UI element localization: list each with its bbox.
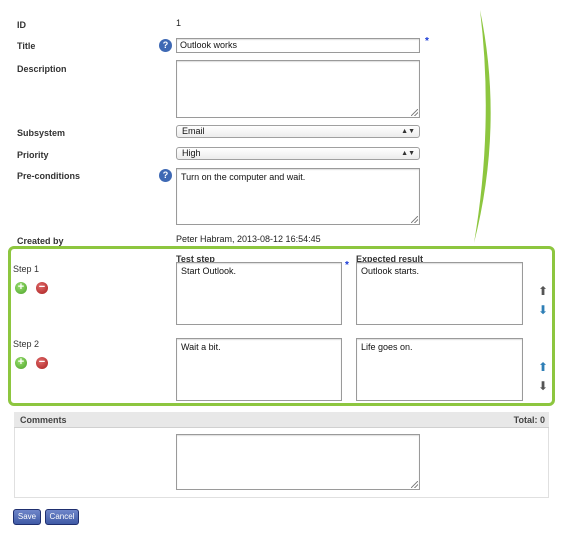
title-help-icon[interactable]: ?	[159, 39, 172, 52]
preconditions-text: Turn on the computer and wait.	[181, 172, 306, 182]
step-2-expected-textarea[interactable]: Life goes on.	[356, 338, 523, 401]
resize-grip-icon[interactable]	[411, 109, 418, 116]
remove-step-icon[interactable]: −	[36, 282, 48, 294]
select-arrows-icon: ▲▼	[401, 150, 415, 157]
step-1-expected-text: Outlook starts.	[361, 266, 420, 276]
comments-header-bar: Comments Total: 0	[14, 412, 549, 428]
step-1-label: Step 1	[13, 264, 40, 274]
description-textarea[interactable]	[176, 60, 420, 118]
title-input[interactable]: Outlook works	[176, 38, 420, 53]
preconditions-help-icon[interactable]: ?	[159, 169, 172, 182]
created-by-value: Peter Habram, 2013-08-12 16:54:45	[176, 234, 321, 244]
priority-select[interactable]: High ▲▼	[176, 147, 420, 160]
step-1-test-step-textarea[interactable]: Start Outlook.	[176, 262, 342, 325]
priority-selected-value: High	[182, 148, 201, 158]
step-2-test-step-textarea[interactable]: Wait a bit.	[176, 338, 342, 401]
title-label: Title	[17, 41, 36, 51]
step-2-test-step-text: Wait a bit.	[181, 342, 221, 352]
step-1-test-step-text: Start Outlook.	[181, 266, 237, 276]
id-label: ID	[17, 20, 26, 30]
subsystem-label: Subsystem	[17, 128, 66, 138]
select-arrows-icon: ▲▼	[401, 128, 415, 135]
remove-step-icon[interactable]: −	[36, 357, 48, 369]
resize-grip-icon[interactable]	[411, 216, 418, 223]
comments-title: Comments	[20, 415, 67, 425]
step-1-expected-textarea[interactable]: Outlook starts.	[356, 262, 523, 325]
title-required-marker: *	[425, 36, 429, 47]
preconditions-textarea[interactable]: Turn on the computer and wait.	[176, 168, 420, 225]
subsystem-select[interactable]: Email ▲▼	[176, 125, 420, 138]
decorative-swoosh	[474, 10, 491, 243]
resize-grip-icon[interactable]	[411, 481, 418, 488]
save-button[interactable]: Save	[13, 509, 41, 525]
move-up-arrow-icon[interactable]: ⬆	[537, 360, 549, 374]
preconditions-label: Pre-conditions	[17, 171, 81, 181]
add-step-icon[interactable]: +	[15, 282, 27, 294]
step-1-required-marker: *	[345, 260, 349, 271]
comment-textarea[interactable]	[176, 434, 420, 490]
subsystem-selected-value: Email	[182, 126, 205, 136]
move-down-arrow-icon[interactable]: ⬇	[537, 379, 549, 393]
description-label: Description	[17, 64, 67, 74]
step-2-expected-text: Life goes on.	[361, 342, 413, 352]
move-up-arrow-icon[interactable]: ⬆	[537, 284, 549, 298]
move-down-arrow-icon[interactable]: ⬇	[537, 303, 549, 317]
id-value: 1	[176, 18, 182, 28]
add-step-icon[interactable]: +	[15, 357, 27, 369]
priority-label: Priority	[17, 150, 49, 160]
step-2-label: Step 2	[13, 339, 40, 349]
cancel-button[interactable]: Cancel	[45, 509, 79, 525]
created-by-label: Created by	[17, 236, 64, 246]
comments-total: Total: 0	[513, 415, 545, 425]
